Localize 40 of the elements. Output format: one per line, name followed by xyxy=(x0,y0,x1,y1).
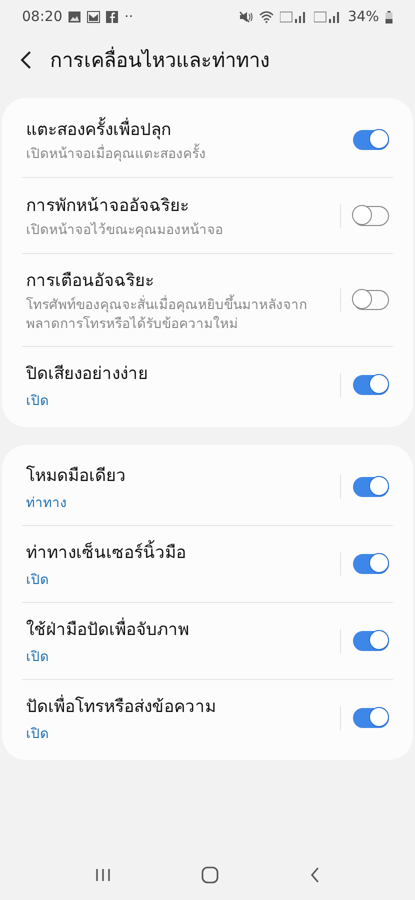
setting-title[interactable]: ใช้ฝ่ามือปัดเพื่อจับภาพ xyxy=(26,614,332,642)
toggle-switch[interactable] xyxy=(353,554,389,574)
battery-level: 34% xyxy=(348,9,379,25)
battery-icon xyxy=(385,10,393,24)
mute-icon xyxy=(238,11,253,23)
setting-status: ท่าทาง xyxy=(26,494,68,513)
toggle-switch[interactable] xyxy=(353,206,389,226)
toggle-switch[interactable] xyxy=(353,630,389,651)
setting-title[interactable]: โหมดมือเดียว xyxy=(26,460,332,488)
toggle-switch[interactable] xyxy=(353,374,389,395)
toggle-switch[interactable] xyxy=(353,708,389,728)
image-icon xyxy=(68,11,82,23)
setting-title[interactable]: แตะสองครั้งเพื่อปลุก xyxy=(26,115,332,142)
setting-description: โทรศัพท์ของคุณจะสั่นเมื่อคุณหยิบขึ้นมาหลังจากพลาดการโทรหรือได้รับข้อความใหม่ xyxy=(26,296,316,334)
recent-apps-icon[interactable] xyxy=(95,868,112,882)
mail-icon xyxy=(87,11,100,23)
setting-status: เปิด xyxy=(26,648,50,667)
back-icon[interactable] xyxy=(310,867,320,883)
toggle-switch[interactable] xyxy=(353,476,389,497)
setting-description: เปิดหน้าจอเมื่อคุณแตะสองครั้ง xyxy=(26,145,316,164)
home-icon[interactable] xyxy=(201,866,220,884)
wifi-icon xyxy=(258,11,274,23)
setting-description: เปิดหน้าจอไว้ขณะคุณมองหน้าจอ xyxy=(26,221,224,240)
toggle-switch[interactable] xyxy=(353,130,389,150)
setting-status: เปิด xyxy=(26,724,50,744)
setting-title[interactable]: ปัดเพื่อโทรหรือส่งข้อความ xyxy=(26,692,332,719)
setting-title[interactable]: การเตือนอัจฉริยะ xyxy=(26,266,332,293)
signal-icon xyxy=(314,11,342,23)
facebook-icon xyxy=(106,11,118,23)
setting-title[interactable]: การพักหน้าจออัจฉริยะ xyxy=(26,191,332,218)
page-title: การเคลื่อนไหวและท่าทาง xyxy=(50,46,270,74)
setting-status: เปิด xyxy=(26,570,50,590)
back-icon[interactable] xyxy=(20,51,32,69)
setting-status: เปิด xyxy=(26,392,50,411)
clock: 08:20 xyxy=(22,9,62,25)
toggle-switch[interactable] xyxy=(353,290,389,310)
signal-icon xyxy=(280,11,308,23)
setting-title[interactable]: ท่าทางเซ็นเซอร์นิ้วมือ xyxy=(26,538,332,565)
more-notifications: ·· xyxy=(124,9,134,25)
setting-title[interactable]: ปิดเสียงอย่างง่าย xyxy=(26,358,332,386)
